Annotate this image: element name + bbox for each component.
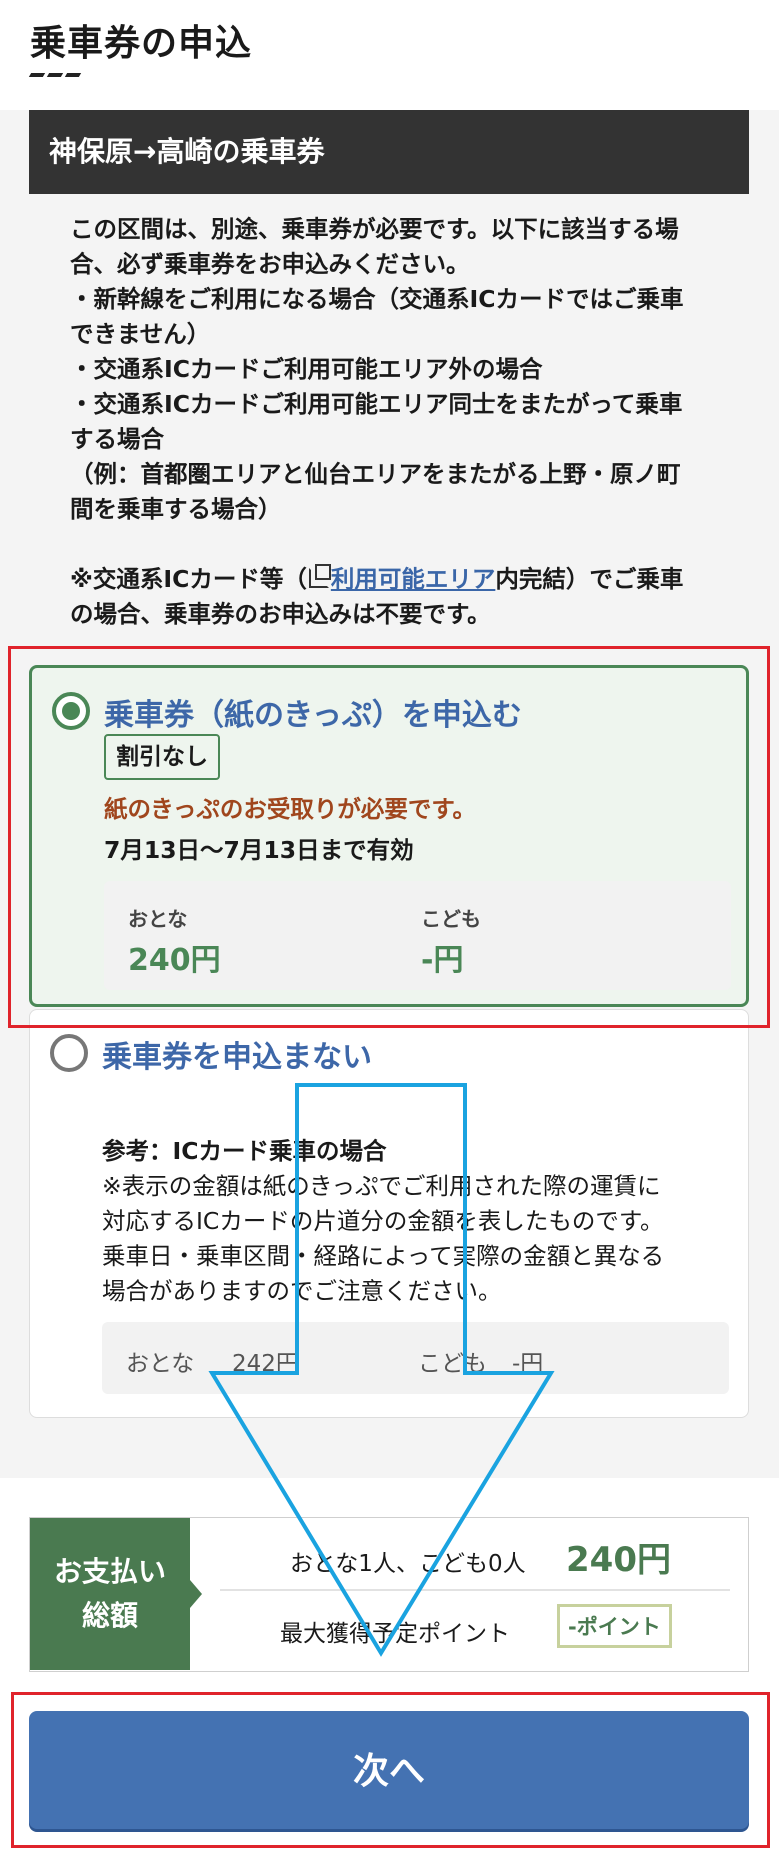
payment-tag-line1: お支払い [53, 1555, 166, 1588]
summary-divider [220, 1589, 730, 1591]
page-title: 乗車券の申込 [30, 23, 253, 64]
child-price: -円 [421, 943, 464, 978]
ic-reference: 参考：ICカード乗車の場合 ※表示の金額は紙のきっぷでご利用された際の運賃に 対… [102, 1134, 732, 1309]
no-discount-badge: 割引なし [104, 734, 220, 780]
paper-price-box: おとな 240円 こども -円 [104, 881, 731, 990]
notice-line: する場合 [70, 425, 164, 453]
ic-reference-line: 対応するICカードの片道分の金額を表したものです。 [102, 1207, 664, 1235]
notice-line: ・交通系ICカードご利用可能エリア外の場合 [70, 355, 543, 383]
payment-summary: お支払い 総額 おとな1人、こども0人 240円 最大獲得予定ポイント -ポイン… [29, 1517, 749, 1672]
ic-reference-line: ※表示の金額は紙のきっぷでご利用された際の運賃に [102, 1172, 661, 1200]
adult-label: おとな [128, 907, 188, 931]
ic-reference-line: 乗車日・乗車区間・経路によって実際の金額と異なる [102, 1242, 665, 1270]
ic-child-label: こども [418, 1351, 487, 1377]
notice-line: （例：首都圏エリアと仙台エリアをまたがる上野・原ノ町 [70, 460, 681, 488]
radio-selected-icon[interactable] [52, 692, 90, 730]
ic-adult-price: 242円 [232, 1351, 299, 1377]
notice-text: この区間は、別途、乗車券が必要です。以下に該当する場 合、必ず乗車券をお申込みく… [70, 212, 746, 632]
route-heading: 神保原→高崎の乗車券 [29, 110, 749, 194]
ic-note-prefix: ※交通系ICカード等（ [70, 565, 307, 593]
radio-unselected-icon[interactable] [50, 1034, 88, 1072]
ic-note: ※交通系ICカード等（ 利用可能エリア内完結）でご乗車 [70, 562, 746, 597]
ic-reference-title: 参考：ICカード乗車の場合 [102, 1137, 387, 1165]
external-link-icon [308, 564, 331, 588]
pickup-warning: 紙のきっぷのお受取りが必要です。 [104, 795, 477, 823]
adult-price: 240円 [128, 943, 221, 978]
title-decoration [28, 62, 90, 77]
ic-adult-label: おとな [126, 1351, 195, 1377]
ic-child-price: -円 [512, 1351, 544, 1377]
notice-line: ・交通系ICカードご利用可能エリア同士をまたがって乗車 [70, 390, 683, 418]
points-badge: -ポイント [557, 1604, 672, 1648]
ic-note-line2: の場合、乗車券のお申込みは不要です。 [70, 600, 491, 628]
payment-total-tag: お支払い 総額 [30, 1518, 202, 1670]
next-button[interactable]: 次へ [29, 1711, 749, 1829]
usable-area-link[interactable]: 利用可能エリア [331, 565, 496, 593]
notice-line: できません） [70, 320, 211, 348]
child-label: こども [421, 907, 481, 931]
points-label: 最大獲得予定ポイント [280, 1621, 510, 1647]
option-paper-ticket[interactable]: 乗車券（紙のきっぷ）を申込む 割引なし 紙のきっぷのお受取りが必要です。 7月1… [29, 665, 749, 1007]
validity-period: 7月13日～7月13日まで有効 [104, 836, 414, 864]
notice-line: 間を乗車する場合） [70, 495, 282, 523]
payment-tag-line2: 総額 [81, 1599, 138, 1632]
notice-line: この区間は、別途、乗車券が必要です。以下に該当する場 [70, 215, 679, 243]
notice-line: 合、必ず乗車券をお申込みください。 [70, 250, 470, 278]
option-none-label[interactable]: 乗車券を申込まない [102, 1032, 372, 1076]
option-paper-label[interactable]: 乗車券（紙のきっぷ）を申込む [104, 690, 522, 734]
notice-line: ・新幹線をご利用になる場合（交通系ICカードではご乗車 [70, 285, 684, 313]
ic-reference-line: 場合がありますのでご注意ください。 [102, 1277, 502, 1305]
passenger-count: おとな1人、こども0人 [290, 1551, 526, 1577]
option-no-ticket[interactable]: 乗車券を申込まない 参考：ICカード乗車の場合 ※表示の金額は紙のきっぷでご利用… [29, 1009, 749, 1418]
ic-price-box: おとな 242円 こども -円 [102, 1322, 729, 1394]
total-amount: 240円 [566, 1540, 671, 1580]
ic-note-suffix: 内完結）でご乗車 [495, 565, 684, 593]
